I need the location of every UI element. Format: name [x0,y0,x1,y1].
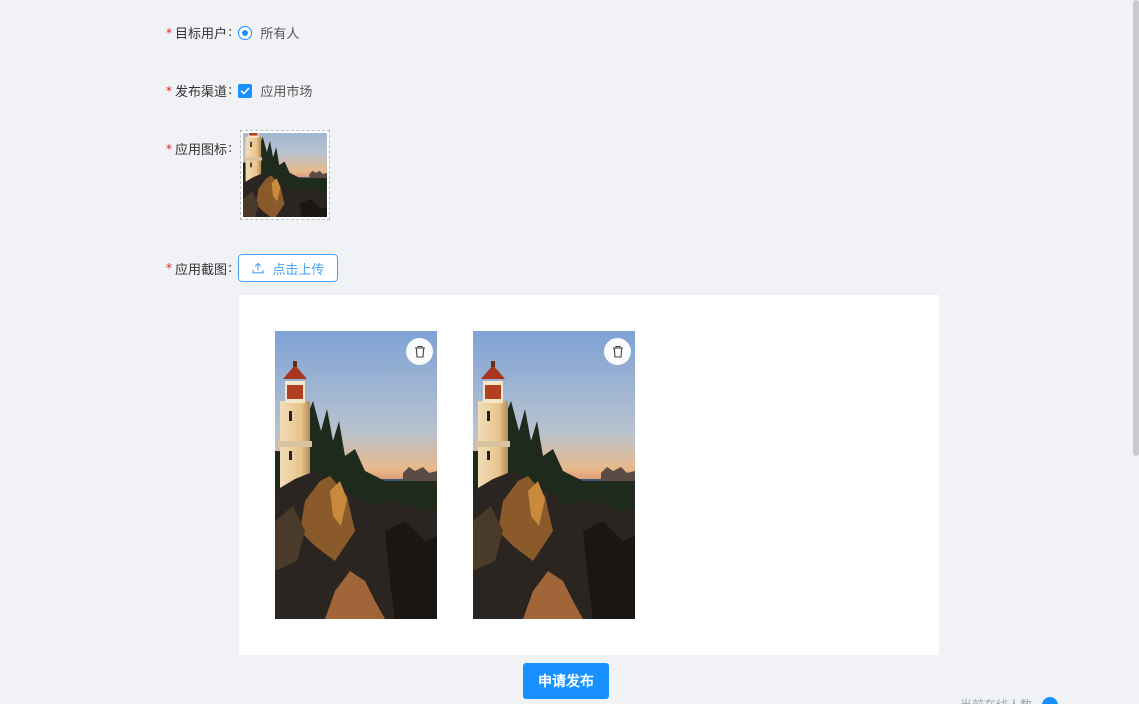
app-icon-row: * 应用图标 : [166,139,238,158]
submit-release-button[interactable]: 申请发布 [523,663,609,699]
channel-label: * 发布渠道 : [166,81,238,100]
upload-icon [252,262,264,274]
delete-screenshot-button[interactable] [604,338,631,365]
screenshot-item [275,331,437,619]
scrollbar[interactable] [1133,0,1139,456]
colon: : [228,260,233,276]
app-icon-uploader[interactable] [240,130,330,220]
footer-hint-text: 当前在线人数 [960,696,1032,704]
channel-row: * 发布渠道 : 应用市场 [166,81,312,100]
required-mark: * [166,83,172,98]
app-market-option[interactable]: 应用市场 [260,81,312,100]
colon: : [228,25,233,40]
colon: : [228,83,233,98]
required-mark: * [166,141,172,156]
upload-button-label: 点击上传 [272,262,325,278]
all-users-option[interactable]: 所有人 [260,23,299,42]
screenshots-row: * 应用截图 : 点击上传 [166,254,339,282]
channel-label-text: 发布渠道 [175,85,228,100]
upload-button[interactable]: 点击上传 [238,254,339,282]
screenshot-image [473,331,635,619]
target-users-row: * 目标用户 : 所有人 [166,23,299,42]
delete-screenshot-button[interactable] [406,338,433,365]
trash-icon [612,345,623,358]
target-users-label: * 目标用户 : [166,23,238,42]
required-mark: * [166,261,172,275]
online-indicator[interactable] [1042,696,1059,704]
check-icon [241,87,250,94]
target-users-label-text: 目标用户 [175,27,228,42]
screenshots-panel [239,295,939,655]
page: * 目标用户 : 所有人 * 发布渠道 : 应用市场 * 应用图标 : * 应用… [0,0,1139,704]
radio-dot [242,29,249,36]
all-users-radio[interactable] [238,25,253,40]
screenshots-label: * 应用截图 : [166,259,238,278]
trash-icon [414,345,425,358]
app-icon-image [243,133,327,217]
app-market-checkbox[interactable] [238,83,253,98]
required-mark: * [166,25,172,40]
colon: : [228,141,233,156]
app-icon-label-text: 应用图标 [175,143,228,158]
screenshots-label-text: 应用截图 [175,262,228,278]
screenshot-image [275,331,437,619]
screenshot-item [473,331,635,619]
footer-hint: 当前在线人数 [960,696,1059,704]
app-icon-label: * 应用图标 : [166,139,238,158]
